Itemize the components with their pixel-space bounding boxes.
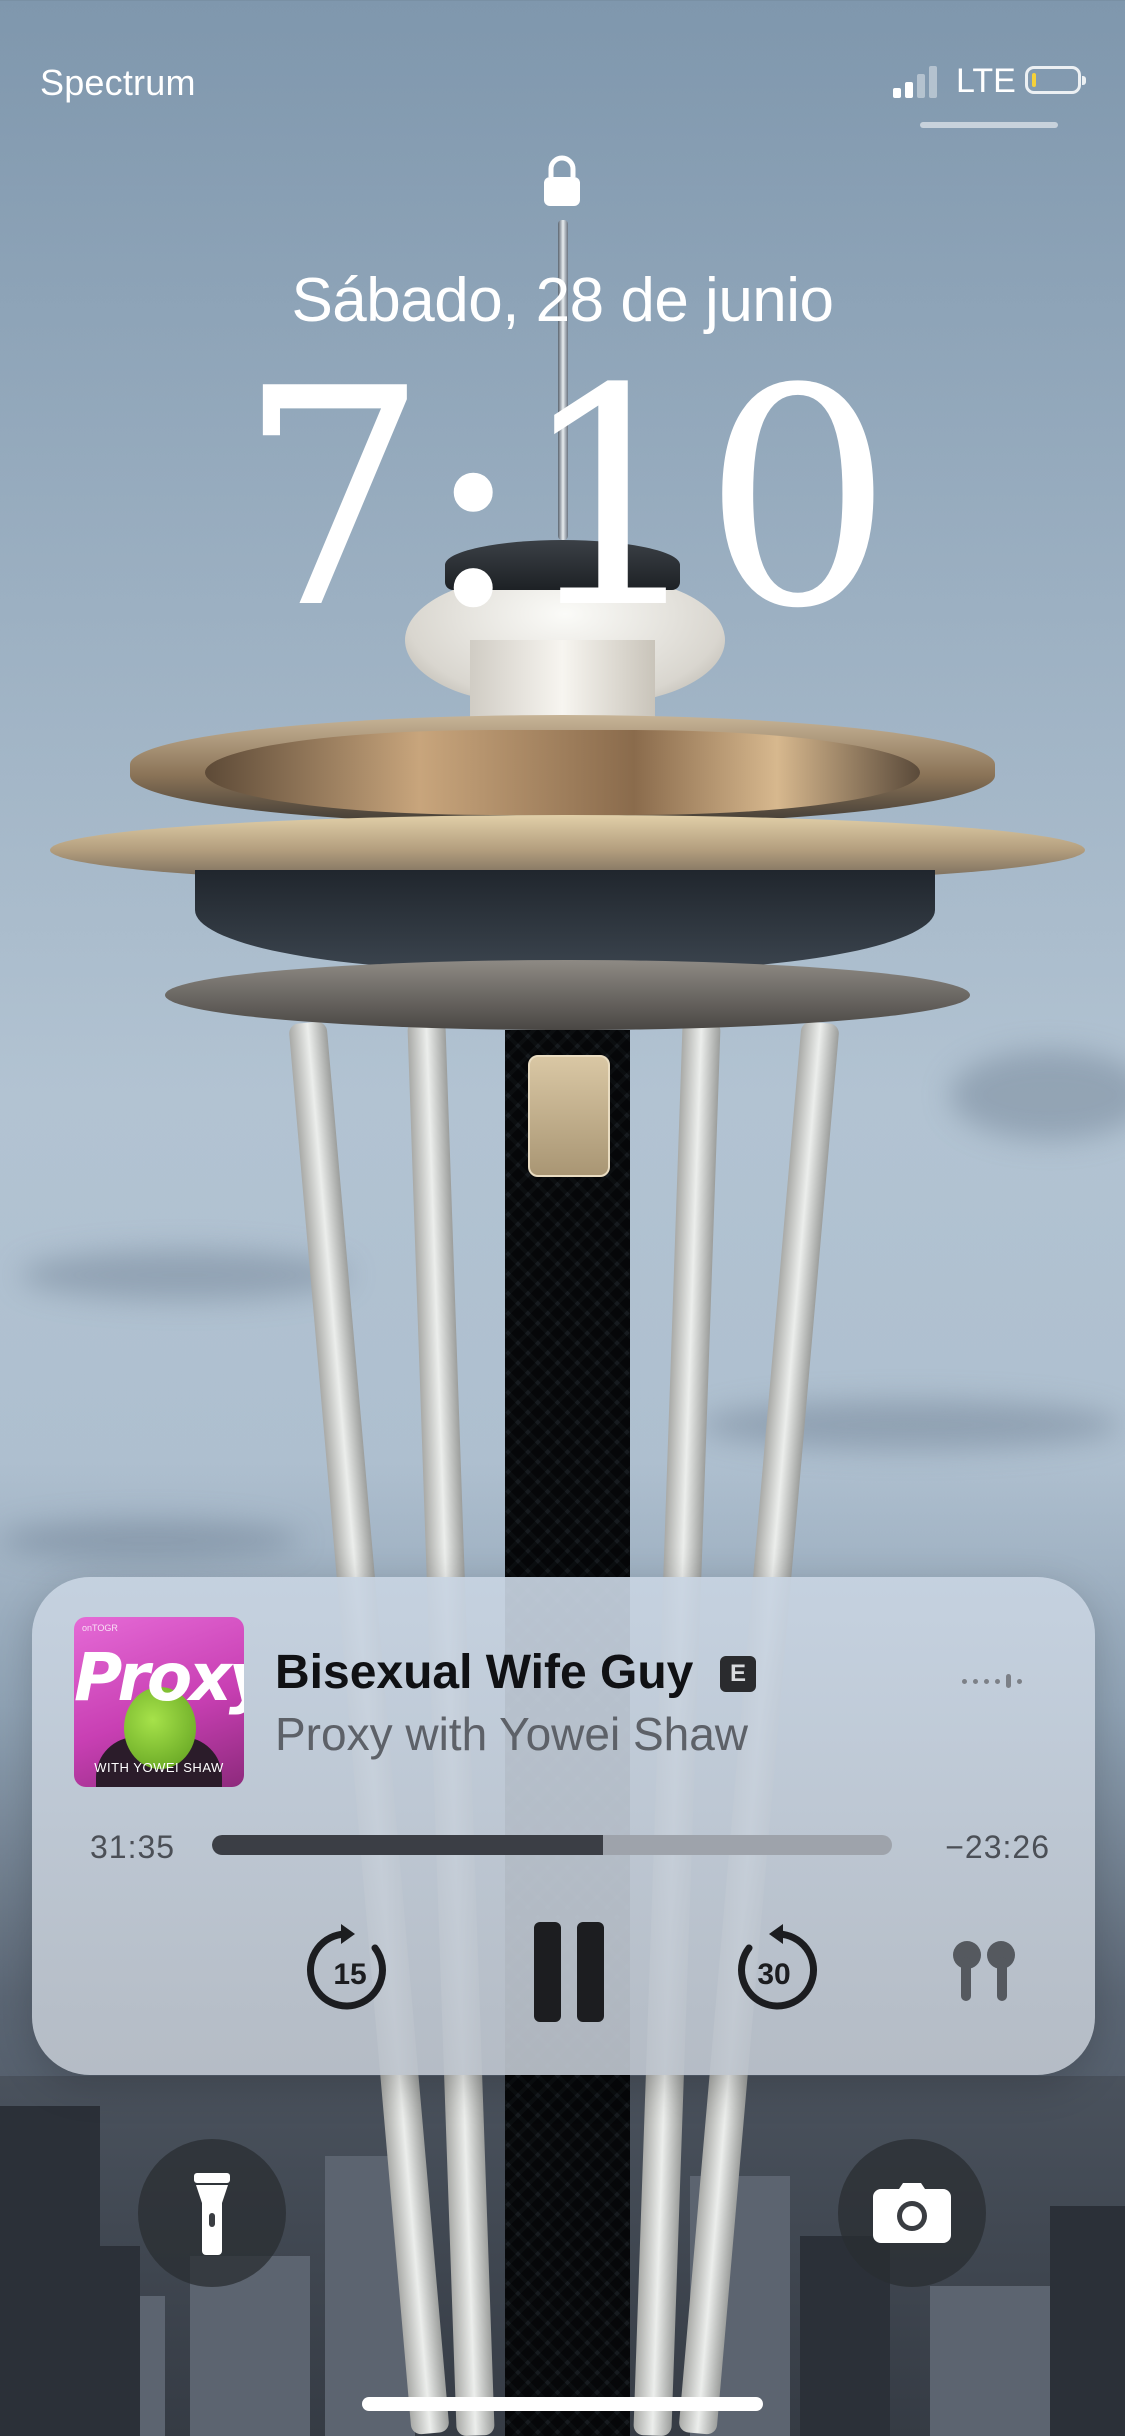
progress-scrubber[interactable] <box>212 1835 892 1855</box>
skip-forward-label: 30 <box>757 1958 790 1991</box>
progress-fill <box>212 1835 603 1855</box>
skip-forward-icon: 30 <box>738 1924 818 2010</box>
network-type: LTE <box>956 62 1016 100</box>
cloud <box>0 1520 300 1560</box>
airpods-icon <box>953 1941 1015 2001</box>
battery-level <box>1032 73 1037 87</box>
signal-icon <box>893 62 937 98</box>
needle-mid <box>195 870 935 970</box>
elevator <box>528 1055 610 1177</box>
pause-button[interactable] <box>524 1917 614 2027</box>
flashlight-button[interactable] <box>138 2139 286 2287</box>
artwork-top-label: onTOGR <box>82 1623 118 1633</box>
pause-icon <box>534 1922 604 2022</box>
show-name: Proxy with Yowei Shaw <box>275 1708 749 1760</box>
needle-lower <box>165 960 970 1030</box>
lock-icon <box>544 155 580 206</box>
podcast-artwork[interactable]: onTOGR Proxy WITH YOWEI SHAW <box>74 1617 244 1787</box>
artwork-subtitle: WITH YOWEI SHAW <box>94 1760 224 1775</box>
needle-glass <box>205 730 920 815</box>
skip-back-15-button[interactable]: 15 <box>305 1922 395 2018</box>
cloud <box>20 1250 350 1300</box>
flashlight-icon <box>194 2173 230 2255</box>
elapsed-time: 31:35 <box>90 1829 176 1865</box>
explicit-badge: E <box>720 1656 756 1692</box>
cloud <box>700 1400 1120 1450</box>
home-indicator[interactable] <box>362 2397 763 2411</box>
lock-time: 7:10 <box>237 325 894 674</box>
audio-output-button[interactable] <box>947 1937 1021 2011</box>
control-center-grabber[interactable] <box>920 122 1058 128</box>
now-playing-widget[interactable]: onTOGR Proxy WITH YOWEI SHAW Bisexual Wi… <box>32 1577 1095 2075</box>
skip-back-label: 15 <box>333 1958 366 1991</box>
track-title: Bisexual Wife Guy <box>275 1646 694 1699</box>
waveform-icon <box>962 1674 1022 1688</box>
battery-icon <box>1025 66 1086 94</box>
remaining-time: −23:26 <box>945 1829 1050 1865</box>
cloud <box>950 1050 1125 1140</box>
artwork-title: Proxy <box>74 1639 244 1716</box>
camera-icon <box>873 2183 951 2243</box>
skip-forward-30-button[interactable]: 30 <box>729 1922 819 2018</box>
carrier-name: Spectrum <box>40 62 196 103</box>
skip-back-icon: 15 <box>306 1924 386 2010</box>
camera-button[interactable] <box>838 2139 986 2287</box>
